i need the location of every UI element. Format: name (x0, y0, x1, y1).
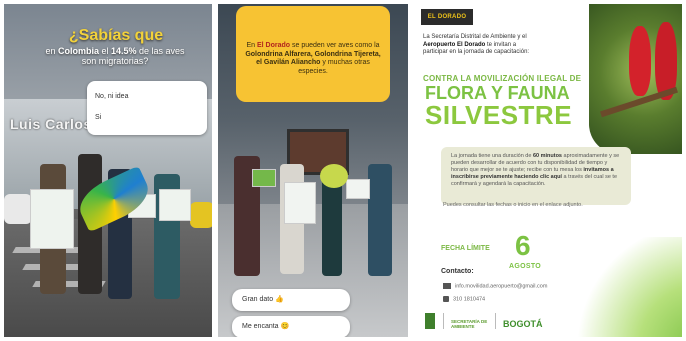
bird-cutout (320, 164, 348, 188)
story-headline: ¿Sabías que (68, 27, 164, 44)
green-swoosh (562, 237, 682, 337)
el-dorado-logo: EL DORADO (421, 9, 473, 25)
flyer-kicker: CONTRA LA MOVILIZACIÓN ILEGAL DE (423, 74, 582, 83)
contact-email[interactable]: info.movilidad.aeropuerto@gmail.com (443, 283, 547, 289)
thumbs-up-icon: 👍 (275, 296, 284, 303)
contact-phone[interactable]: 310 1810474 (443, 296, 485, 302)
parrot-photo (589, 4, 682, 154)
info-sign-card (346, 179, 370, 199)
deadline-label: FECHA LÍMITE (441, 245, 490, 252)
white-car (4, 194, 32, 224)
contact-label: Contacto: (441, 268, 474, 275)
reply-bubble[interactable]: Gran dato 👍 (232, 289, 350, 311)
macaw (629, 26, 651, 96)
instagram-story-panel-1: Luis Carlos G ¿Sabías que en Colombia el… (4, 4, 212, 337)
smile-icon: 😊 (280, 323, 290, 330)
mail-icon (443, 283, 451, 289)
poll-option[interactable]: Si (95, 114, 101, 121)
flyer-note: Puedes consultar las fechas o inicio en … (443, 202, 583, 208)
flyer-title-line2: SILVESTRE (425, 100, 573, 130)
poll-option[interactable]: No, ni idea (95, 93, 128, 100)
person (368, 164, 392, 276)
bogota-crest-icon (425, 313, 435, 329)
flyer-panel: EL DORADO La Secretaría Distrital de Amb… (413, 4, 682, 337)
yellow-taxi (190, 202, 212, 228)
info-sign-card (30, 189, 74, 249)
phone-icon (443, 296, 449, 302)
green-sign (252, 169, 276, 187)
footer-logo: SECRETARÍA DE AMBIENTE (451, 319, 488, 329)
info-sign-card (159, 189, 191, 221)
reply-bubble[interactable]: Me encanta 😊 (232, 316, 350, 337)
details-box: La jornada tiene una duración de 60 minu… (441, 147, 631, 205)
story-subtext: en Colombia el 14.5% de las aves son mig… (45, 46, 185, 66)
flyer-intro: La Secretaría Distrital de Ambiente y el… (423, 34, 530, 55)
footer-logo: BOGOTÁ (503, 319, 543, 329)
info-sign-card (284, 182, 316, 224)
deadline-day: 6 (515, 230, 531, 261)
instagram-story-panel-2: En El Dorado se pueden ver aves como la … (218, 4, 408, 337)
deadline-month: AGOSTO (509, 263, 542, 270)
banner-text: En El Dorado se pueden ver aves como la … (245, 42, 381, 75)
poll-sticker[interactable]: No, ni idea Si (87, 81, 207, 135)
